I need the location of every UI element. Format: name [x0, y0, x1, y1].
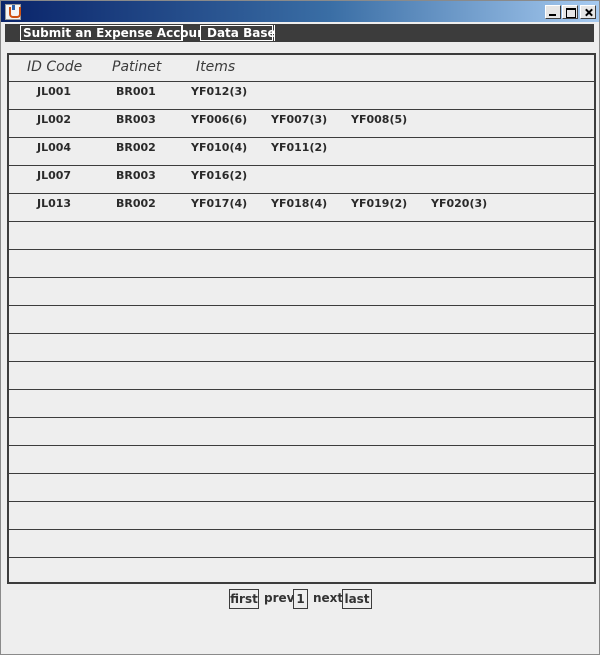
cell-id-code: JL013 [37, 197, 72, 210]
table-header: ID Code Patinet Items [9, 55, 594, 82]
java-cup-icon [5, 4, 21, 20]
table-row[interactable]: JL001 BR001 YF012(3) [9, 82, 594, 110]
cell-item: YF007(3) [271, 113, 328, 126]
header-items: Items [196, 59, 236, 75]
pager-last-button[interactable]: last [342, 589, 372, 609]
cell-item: YF006(6) [191, 113, 248, 126]
table-row[interactable] [9, 558, 594, 582]
cell-id-code: JL004 [37, 141, 72, 154]
pager-next-button[interactable]: next [313, 589, 343, 609]
cell-item: YF016(2) [191, 169, 248, 182]
submit-expense-button[interactable]: Submit an Expense Account [20, 25, 211, 41]
pager-page-number[interactable]: 1 [293, 589, 308, 609]
close-button[interactable] [580, 5, 596, 19]
table-row[interactable] [9, 390, 594, 418]
maximize-button[interactable] [562, 5, 578, 19]
table-row[interactable]: JL013 BR002 YF017(4) YF018(4) YF019(2) YF020(… [9, 194, 594, 222]
cell-item: YF018(4) [271, 197, 328, 210]
table-row[interactable] [9, 362, 594, 390]
app-window: Submit an Expense Account Data Base ID C… [0, 0, 600, 655]
cell-patinet: BR003 [116, 113, 156, 126]
cell-id-code: JL007 [37, 169, 72, 182]
header-id-code: ID Code [27, 59, 83, 75]
minimize-button[interactable] [545, 5, 561, 19]
menu-toolbar: Submit an Expense Account Data Base [5, 24, 594, 42]
table-row[interactable] [9, 278, 594, 306]
cell-item: YF008(5) [351, 113, 408, 126]
toolbar-separator [182, 25, 184, 41]
pager-first-button[interactable]: first [229, 589, 259, 609]
cell-item: YF017(4) [191, 197, 248, 210]
table-row[interactable] [9, 334, 594, 362]
cell-patinet: BR001 [116, 85, 156, 98]
table-row[interactable] [9, 418, 594, 446]
expense-table: ID Code Patinet Items JL001 BR001 YF012(3)… [7, 53, 596, 584]
header-patinet: Patinet [112, 59, 162, 75]
database-button[interactable]: Data Base [200, 25, 276, 41]
pager-prev-button[interactable]: prev [264, 589, 294, 609]
cell-patinet: BR002 [116, 141, 156, 154]
title-bar[interactable] [1, 1, 599, 22]
table-row[interactable] [9, 250, 594, 278]
table-row[interactable] [9, 306, 594, 334]
cell-item: YF019(2) [351, 197, 408, 210]
cell-item: YF010(4) [191, 141, 248, 154]
table-row[interactable] [9, 474, 594, 502]
table-row[interactable]: JL007 BR003 YF016(2) [9, 166, 594, 194]
cell-id-code: JL001 [37, 85, 72, 98]
toolbar-separator [274, 25, 276, 41]
table-row[interactable]: JL002 BR003 YF006(6) YF007(3) YF008(5) [9, 110, 594, 138]
cell-id-code: JL002 [37, 113, 72, 126]
table-row[interactable]: JL004 BR002 YF010(4) YF011(2) [9, 138, 594, 166]
cell-patinet: BR003 [116, 169, 156, 182]
table-row[interactable] [9, 530, 594, 558]
cell-item: YF012(3) [191, 85, 248, 98]
cell-patinet: BR002 [116, 197, 156, 210]
table-row[interactable] [9, 446, 594, 474]
table-row[interactable] [9, 222, 594, 250]
cell-item: YF011(2) [271, 141, 328, 154]
cell-item: YF020(3) [431, 197, 488, 210]
table-row[interactable] [9, 502, 594, 530]
